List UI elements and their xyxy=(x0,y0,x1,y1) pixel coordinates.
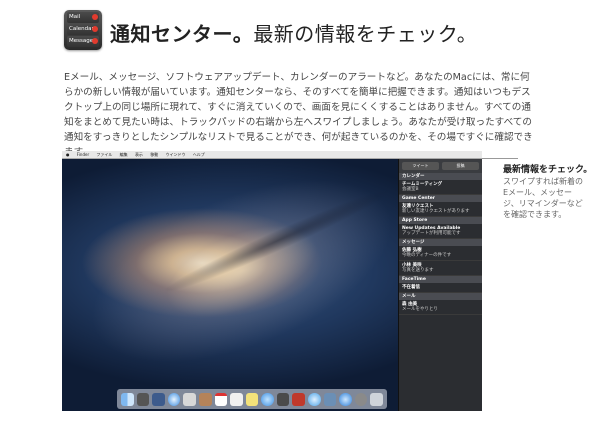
nc-item: 小林 美咲 写真を送ります xyxy=(399,261,482,276)
iphoto-icon xyxy=(323,392,337,406)
icon-row-mail: Mail xyxy=(67,12,99,23)
nc-item: 佐藤 弘樹 今晩のディナーの件です xyxy=(399,246,482,261)
galaxy-wallpaper xyxy=(65,151,419,401)
notification-center-app-icon: Mail Calendar Messages xyxy=(64,10,102,50)
nc-section-facetime: FaceTime xyxy=(399,276,482,283)
system-preferences-icon xyxy=(354,392,368,406)
icon-row-calendar: Calendar xyxy=(67,24,99,35)
menu-help: ヘルプ xyxy=(192,152,205,157)
messages-icon xyxy=(261,392,274,406)
menu-edit: 編集 xyxy=(119,152,128,157)
menu-finder: Finder xyxy=(76,152,90,157)
contacts-icon xyxy=(198,392,212,406)
photo-booth-icon xyxy=(292,392,306,406)
callout-line xyxy=(482,158,518,159)
nc-section-calendar: カレンダー xyxy=(399,173,482,180)
mail-icon xyxy=(183,392,196,406)
nc-item: 森 由美 メールをやりとり xyxy=(399,300,482,315)
mac-dock xyxy=(117,389,387,409)
launchpad-icon xyxy=(136,392,150,406)
nc-share-bar: ツイート 投稿 xyxy=(399,159,482,173)
finder-icon xyxy=(120,392,134,406)
page-title: 通知センター。最新の情報をチェック。 xyxy=(110,18,477,47)
trash-icon xyxy=(370,392,384,406)
nc-item: チームミーティング 会議室B xyxy=(399,180,482,195)
menu-view: 表示 xyxy=(134,152,143,157)
menu-go: 移動 xyxy=(150,152,159,157)
menu-file: ファイル xyxy=(96,152,113,157)
badge-dot-icon xyxy=(92,26,98,32)
safari-icon xyxy=(167,392,181,406)
mac-menubar: ● Finder ファイル 編集 表示 移動 ウインドウ ヘルプ xyxy=(62,151,482,159)
nc-section-mail: メール xyxy=(399,293,482,300)
intro-paragraph: Eメール、メッセージ、ソフトウェアアップデート、カレンダーのアラートなど。あなた… xyxy=(64,72,533,158)
facetime-icon xyxy=(276,392,290,406)
page-title-bold: 通知センター。 xyxy=(110,22,254,46)
nc-section-game-center: Game Center xyxy=(399,195,482,202)
nc-item: 不在着信 xyxy=(399,283,482,293)
caption-title: 最新情報をチェック。 xyxy=(503,165,593,175)
menu-window: ウインドウ xyxy=(165,152,186,157)
icon-row-messages: Messages xyxy=(67,36,99,47)
itunes-icon xyxy=(308,392,321,406)
caption-body: スワイプすれば新着のEメール、メッセージ、リマインダーなどを確認できます。 xyxy=(503,177,583,219)
apple-icon: ● xyxy=(66,152,70,157)
post-button: 投稿 xyxy=(442,162,479,170)
calendar-icon xyxy=(214,392,228,406)
badge-dot-icon xyxy=(92,38,98,44)
nc-section-messages: メッセージ xyxy=(399,239,482,246)
nc-item: 友達リクエスト 新しい友達リクエストがあります xyxy=(399,202,482,217)
reminders-icon xyxy=(230,392,243,406)
page-title-rest: 最新の情報をチェック。 xyxy=(253,22,478,46)
mac-screen-image: ● Finder ファイル 編集 表示 移動 ウインドウ ヘルプ ツイート 投稿… xyxy=(62,151,482,411)
mission-control-icon xyxy=(152,392,165,406)
app-store-icon xyxy=(339,392,352,406)
badge-dot-icon xyxy=(92,14,98,20)
nc-item: New Updates Available アップデートが利用可能です xyxy=(399,224,482,239)
tweet-button: ツイート xyxy=(402,162,439,170)
notification-center-panel: ツイート 投稿 カレンダー チームミーティング 会議室B Game Center … xyxy=(398,159,482,411)
notes-icon xyxy=(245,392,259,406)
nc-section-app-store: App Store xyxy=(399,217,482,224)
